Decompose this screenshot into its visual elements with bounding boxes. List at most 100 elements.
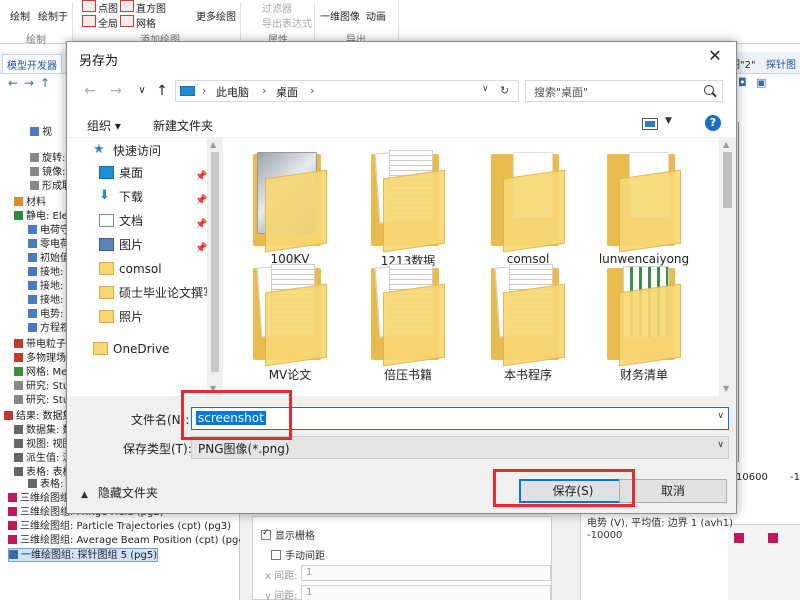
tree-node[interactable]: 方程视 bbox=[28, 322, 70, 336]
folder-icon bbox=[473, 260, 583, 367]
tree-node[interactable]: 带电粒子 bbox=[14, 338, 66, 352]
tree-node-label: 三维绘图组: Particle Trajectories (cpt) (pg3) bbox=[20, 521, 232, 532]
tree-node[interactable]: 网格: Me bbox=[14, 366, 67, 380]
tree-node[interactable]: 电势: bbox=[28, 308, 63, 322]
tree-node[interactable]: 数据集: 数 bbox=[14, 424, 73, 438]
dialog-title: 另存为 bbox=[79, 54, 119, 69]
x-tick-label: -1 bbox=[790, 472, 800, 483]
ribbon-mesh[interactable]: 网格 bbox=[136, 15, 156, 30]
x-spacing-input[interactable]: 1 bbox=[301, 565, 551, 581]
tree-node-icon bbox=[28, 281, 37, 290]
save-as-dialog: 另存为 ✕ ← → ∨ ↑ › 此电脑 › 桌面 › ∨ ↻ 搜索"桌面" 组织… bbox=[66, 41, 737, 514]
checkbox-unchecked[interactable] bbox=[271, 550, 281, 560]
folder-tile[interactable]: 100KV bbox=[235, 146, 345, 266]
show-grid-checkbox[interactable]: 显示栅格 bbox=[261, 527, 315, 542]
new-folder-button[interactable]: 新建文件夹 bbox=[153, 117, 213, 134]
camera-icon[interactable]: ◘ bbox=[738, 76, 747, 89]
folder-tile[interactable]: comsol bbox=[473, 146, 583, 266]
tree-node[interactable]: 接地: bbox=[28, 266, 63, 280]
tree-node[interactable]: 零电荷 bbox=[28, 238, 70, 252]
refresh-icon[interactable]: ↻ bbox=[500, 84, 509, 97]
chevron-down-icon[interactable]: ∨ bbox=[482, 84, 489, 94]
tree-node[interactable]: 接地: bbox=[28, 280, 63, 294]
ribbon-global[interactable]: 全局 bbox=[98, 15, 118, 30]
folder-tile[interactable]: lunwencaiyong bbox=[589, 146, 699, 266]
forward-icon[interactable]: → bbox=[24, 76, 34, 90]
close-button[interactable]: ✕ bbox=[700, 44, 730, 68]
folder-icon bbox=[235, 146, 345, 253]
checkbox-checked[interactable] bbox=[261, 528, 271, 540]
forward-button[interactable]: → bbox=[105, 80, 127, 102]
chevron-right-icon[interactable]: › bbox=[202, 84, 206, 97]
ribbon-1d-image[interactable]: 一维图像 bbox=[320, 8, 360, 23]
ribbon-plot-in-button[interactable]: 绘制于 bbox=[38, 8, 68, 23]
scroll-up-icon[interactable]: ▲ bbox=[723, 140, 729, 149]
nav-pane-scrollbar[interactable]: ▲ ▼ bbox=[207, 138, 223, 396]
folder-tile[interactable]: 财务清单 bbox=[589, 260, 699, 382]
search-icon[interactable] bbox=[704, 85, 714, 95]
print-icon[interactable]: ▣ bbox=[756, 76, 766, 89]
tree-node[interactable]: 一维绘图组: 探针图组 5 (pg5) bbox=[8, 548, 159, 562]
chevron-down-icon[interactable]: ∨ bbox=[717, 411, 724, 421]
help-icon[interactable]: ? bbox=[705, 115, 721, 131]
tab-probe-plot[interactable]: 探针图 bbox=[766, 56, 796, 71]
tree-node[interactable]: 多物理场 bbox=[14, 352, 66, 366]
chevron-down-icon[interactable]: ▼ bbox=[665, 116, 672, 126]
ribbon-point-plot[interactable]: 点图 bbox=[98, 0, 118, 15]
tree-node[interactable]: 初始值 bbox=[28, 252, 70, 266]
tree-node[interactable]: 三维绘图组: Particle Trajectories (cpt) (pg3) bbox=[8, 520, 231, 534]
tab-model-builder[interactable]: 模型开发器 bbox=[2, 54, 62, 73]
y-spacing-input[interactable]: 1 bbox=[301, 585, 551, 600]
manual-spacing-checkbox[interactable]: 手动间距 bbox=[271, 547, 325, 562]
hide-folders-toggle[interactable]: ▲ 隐藏文件夹 bbox=[81, 484, 158, 501]
ribbon-separator bbox=[398, 2, 399, 42]
tree-node[interactable]: 镜像: bbox=[30, 166, 65, 180]
up-icon[interactable]: ↑ bbox=[40, 76, 50, 90]
file-list-scrollbar[interactable]: ▲ ▼ bbox=[719, 138, 736, 396]
folder-tile[interactable]: 倍压书籍 bbox=[353, 260, 463, 382]
tree-node[interactable]: 旋转: bbox=[30, 152, 65, 166]
ribbon-filter[interactable]: 过滤器 bbox=[262, 0, 292, 15]
recent-locations-button[interactable]: ∨ bbox=[131, 80, 153, 102]
ribbon-export-expression[interactable]: 导出表达式 bbox=[262, 15, 312, 30]
tree-node-label: 材料 bbox=[26, 197, 46, 208]
tree-node[interactable]: 视图: 视图 bbox=[14, 438, 73, 452]
tree-node[interactable]: 电荷守 bbox=[28, 224, 70, 238]
up-button[interactable]: ↑ bbox=[151, 80, 173, 102]
organize-button[interactable]: 组织 ▾ bbox=[87, 117, 121, 134]
ribbon-histogram[interactable]: 直方图 bbox=[136, 0, 166, 15]
tree-node[interactable]: 材料 bbox=[14, 196, 46, 210]
tree-node[interactable]: 三维绘图组: Average Beam Position (cpt) (pg4) bbox=[8, 534, 249, 548]
back-button[interactable]: ← bbox=[79, 80, 101, 102]
color-swatch[interactable] bbox=[768, 533, 778, 543]
color-swatch[interactable] bbox=[734, 533, 744, 543]
tree-node[interactable]: 派生值: 派 bbox=[14, 452, 73, 466]
chevron-down-icon[interactable]: ∨ bbox=[717, 440, 724, 450]
tree-node-label: 接地: bbox=[40, 281, 64, 292]
tree-node[interactable]: 视 bbox=[30, 126, 52, 140]
folder-tile[interactable]: MV论文 bbox=[235, 260, 345, 382]
ribbon-animation[interactable]: 动画 bbox=[366, 8, 386, 23]
search-box[interactable]: 搜索"桌面" bbox=[525, 80, 723, 102]
tree-node[interactable]: 结果: 数据集 bbox=[4, 410, 73, 424]
close-icon[interactable]: ✕ bbox=[708, 46, 721, 65]
breadcrumb-this-pc[interactable]: 此电脑 bbox=[216, 84, 249, 100]
scrollbar-thumb[interactable] bbox=[723, 152, 732, 208]
ribbon-plot-button[interactable]: 绘制 bbox=[10, 8, 30, 23]
view-options-icon[interactable] bbox=[642, 118, 658, 130]
chevron-right-icon[interactable]: › bbox=[262, 84, 266, 97]
tree-node[interactable]: 静电: Elec bbox=[14, 210, 73, 224]
tree-node[interactable]: 接地: bbox=[28, 294, 63, 308]
ribbon-more-plots[interactable]: 更多绘图 bbox=[196, 8, 236, 23]
breadcrumb-desktop[interactable]: 桌面 bbox=[276, 84, 298, 100]
folder-tile[interactable]: 本书程序 bbox=[473, 260, 583, 382]
scroll-up-icon[interactable]: ▲ bbox=[210, 140, 216, 149]
back-icon[interactable]: ← bbox=[8, 76, 18, 90]
graphics-toolbar: ◘ ▣ bbox=[728, 76, 800, 92]
scrollbar-thumb[interactable] bbox=[211, 152, 219, 372]
scroll-down-icon[interactable]: ▼ bbox=[723, 384, 729, 393]
chevron-right-icon[interactable]: › bbox=[310, 84, 314, 97]
cancel-button[interactable]: 取消 bbox=[619, 479, 727, 503]
address-bar[interactable]: › 此电脑 › 桌面 › ∨ ↻ bbox=[175, 80, 519, 102]
folder-tile[interactable]: 1213数据 bbox=[353, 146, 463, 268]
